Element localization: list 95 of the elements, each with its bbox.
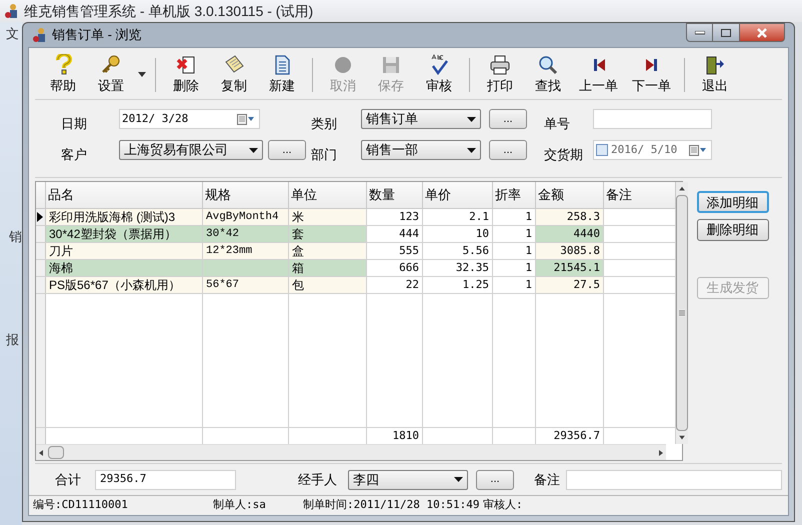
table-cell: 彩印用洗版海棉 (测试)3 bbox=[46, 209, 203, 225]
maximize-button[interactable] bbox=[713, 23, 739, 42]
caret-icon bbox=[138, 72, 146, 77]
window-logo-icon bbox=[32, 27, 48, 43]
browse-button[interactable]: ... bbox=[489, 140, 527, 160]
side-label: 销 bbox=[9, 228, 22, 246]
table-cell: 箱 bbox=[289, 260, 367, 276]
dropdown-field[interactable]: 上海贸易有限公司 bbox=[119, 140, 263, 160]
delivery-date-field[interactable]: 2016/ 5/10 bbox=[593, 140, 712, 160]
table-cell: 27.5 bbox=[536, 277, 604, 293]
minimize-button[interactable] bbox=[686, 23, 713, 42]
table-cell: 12*23mm bbox=[203, 243, 289, 259]
toolbar-button[interactable]: 删除 bbox=[162, 52, 210, 96]
status-text: 编号:CD11110001 bbox=[33, 497, 129, 514]
field-label: 部门 bbox=[311, 146, 337, 164]
app-logo-icon bbox=[4, 3, 20, 19]
table-cell: 30*42 bbox=[203, 226, 289, 242]
table-cell: 3085.8 bbox=[536, 243, 604, 259]
current-row-icon bbox=[36, 212, 43, 222]
table-cell: 盒 bbox=[289, 243, 367, 259]
column-header[interactable]: 品名 bbox=[46, 182, 203, 208]
caret-icon bbox=[454, 477, 463, 482]
toolbar-button[interactable]: 上一单 bbox=[572, 52, 625, 96]
browse-button[interactable]: ... bbox=[268, 140, 306, 160]
minimize-icon bbox=[694, 30, 704, 34]
exit-door-icon bbox=[704, 54, 726, 76]
calendar-icon bbox=[689, 144, 707, 156]
total-field[interactable]: 29356.7 bbox=[95, 470, 236, 490]
close-button[interactable] bbox=[739, 23, 785, 42]
checkbox[interactable] bbox=[596, 144, 608, 156]
table-cell: 56*67 bbox=[203, 277, 289, 293]
field-label: 合计 bbox=[55, 470, 82, 489]
field-label: 备注 bbox=[534, 470, 561, 489]
menu-item[interactable]: 文 bbox=[6, 24, 19, 44]
caret-icon bbox=[467, 116, 476, 122]
field-label: 单号 bbox=[544, 115, 570, 133]
field-label: 类别 bbox=[311, 115, 337, 133]
scroll-thumb[interactable] bbox=[48, 446, 64, 459]
table-cell: 30*42塑封袋（票据用） bbox=[46, 226, 203, 242]
calendar-icon bbox=[237, 114, 255, 124]
table-cell: 套 bbox=[289, 226, 367, 242]
toolbar-button[interactable]: 下一单 bbox=[625, 52, 678, 96]
delete-icon bbox=[175, 54, 197, 76]
toolbar-button[interactable]: 查找 bbox=[524, 52, 572, 96]
caret-icon bbox=[249, 148, 258, 152]
table-cell: PS版56*67（小森机用） bbox=[46, 277, 203, 293]
window-title: 销售订单 - 浏览 bbox=[52, 26, 142, 44]
dropdown-field[interactable]: 销售订单 bbox=[361, 109, 481, 129]
caret-icon bbox=[467, 148, 476, 152]
status-text: 审核人: bbox=[483, 497, 524, 514]
app-title: 维克销售管理系统 - 单机版 3.0.130115 - (试用) bbox=[24, 2, 314, 21]
table-cell: 258.3 bbox=[536, 209, 604, 225]
toolbar-button[interactable]: 退出 bbox=[691, 52, 739, 96]
table-cell: 4440 bbox=[536, 226, 604, 242]
field-label: 经手人 bbox=[298, 470, 338, 489]
column-header[interactable]: 金额 bbox=[536, 182, 604, 208]
field-label: 客户 bbox=[61, 146, 87, 164]
toolbar-button[interactable]: 设置 bbox=[87, 52, 135, 96]
column-header[interactable]: 单价 bbox=[423, 182, 493, 208]
toolbar-button[interactable]: 审核 bbox=[415, 52, 463, 96]
toolbar-button[interactable]: 打印 bbox=[476, 52, 524, 96]
table-cell: 米 bbox=[289, 209, 367, 225]
side-label: 报 bbox=[6, 331, 19, 349]
column-header[interactable]: 数量 bbox=[367, 182, 423, 208]
status-text: 制单人:sa bbox=[213, 497, 267, 514]
dropdown-field[interactable]: 李四 bbox=[348, 470, 468, 490]
dropdown-field[interactable]: 销售一部 bbox=[361, 140, 481, 160]
table-cell: 海棉 bbox=[46, 260, 203, 276]
maximize-icon bbox=[721, 28, 731, 36]
remark-field[interactable] bbox=[566, 470, 782, 490]
browse-button[interactable]: ... bbox=[489, 109, 527, 129]
browse-button[interactable]: ... bbox=[476, 470, 514, 490]
search-icon bbox=[537, 54, 559, 76]
horizontal-scrollbar[interactable] bbox=[36, 444, 666, 460]
grip-icon bbox=[679, 310, 685, 316]
column-header[interactable]: 折率 bbox=[493, 182, 536, 208]
field-label: 交货期 bbox=[544, 146, 583, 164]
close-icon bbox=[756, 28, 768, 38]
field-label: 日期 bbox=[61, 115, 87, 133]
toolbar-button[interactable]: 帮助 bbox=[39, 52, 87, 96]
printer-icon bbox=[489, 54, 511, 76]
table-cell: 21545.1 bbox=[536, 260, 604, 276]
table-cell: 刀片 bbox=[46, 243, 203, 259]
column-header[interactable]: 单位 bbox=[289, 182, 367, 208]
table-cell: AvgByMonth4 bbox=[203, 209, 289, 225]
status-text: 制单时间:2011/11/28 10:51:49 bbox=[303, 497, 480, 514]
row-indicator[interactable] bbox=[36, 209, 46, 225]
table-cell: 包 bbox=[289, 277, 367, 293]
side-button[interactable]: 添加明细 bbox=[696, 191, 768, 213]
column-header[interactable]: 规格 bbox=[203, 182, 289, 208]
toolbar-button[interactable]: 新建 bbox=[258, 52, 306, 96]
toolbar-button[interactable]: 复制 bbox=[210, 52, 258, 96]
side-button[interactable]: 删除明细 bbox=[696, 219, 768, 241]
date-field[interactable]: 2012/ 3/28 bbox=[119, 109, 260, 129]
order-number-field[interactable] bbox=[593, 109, 712, 129]
